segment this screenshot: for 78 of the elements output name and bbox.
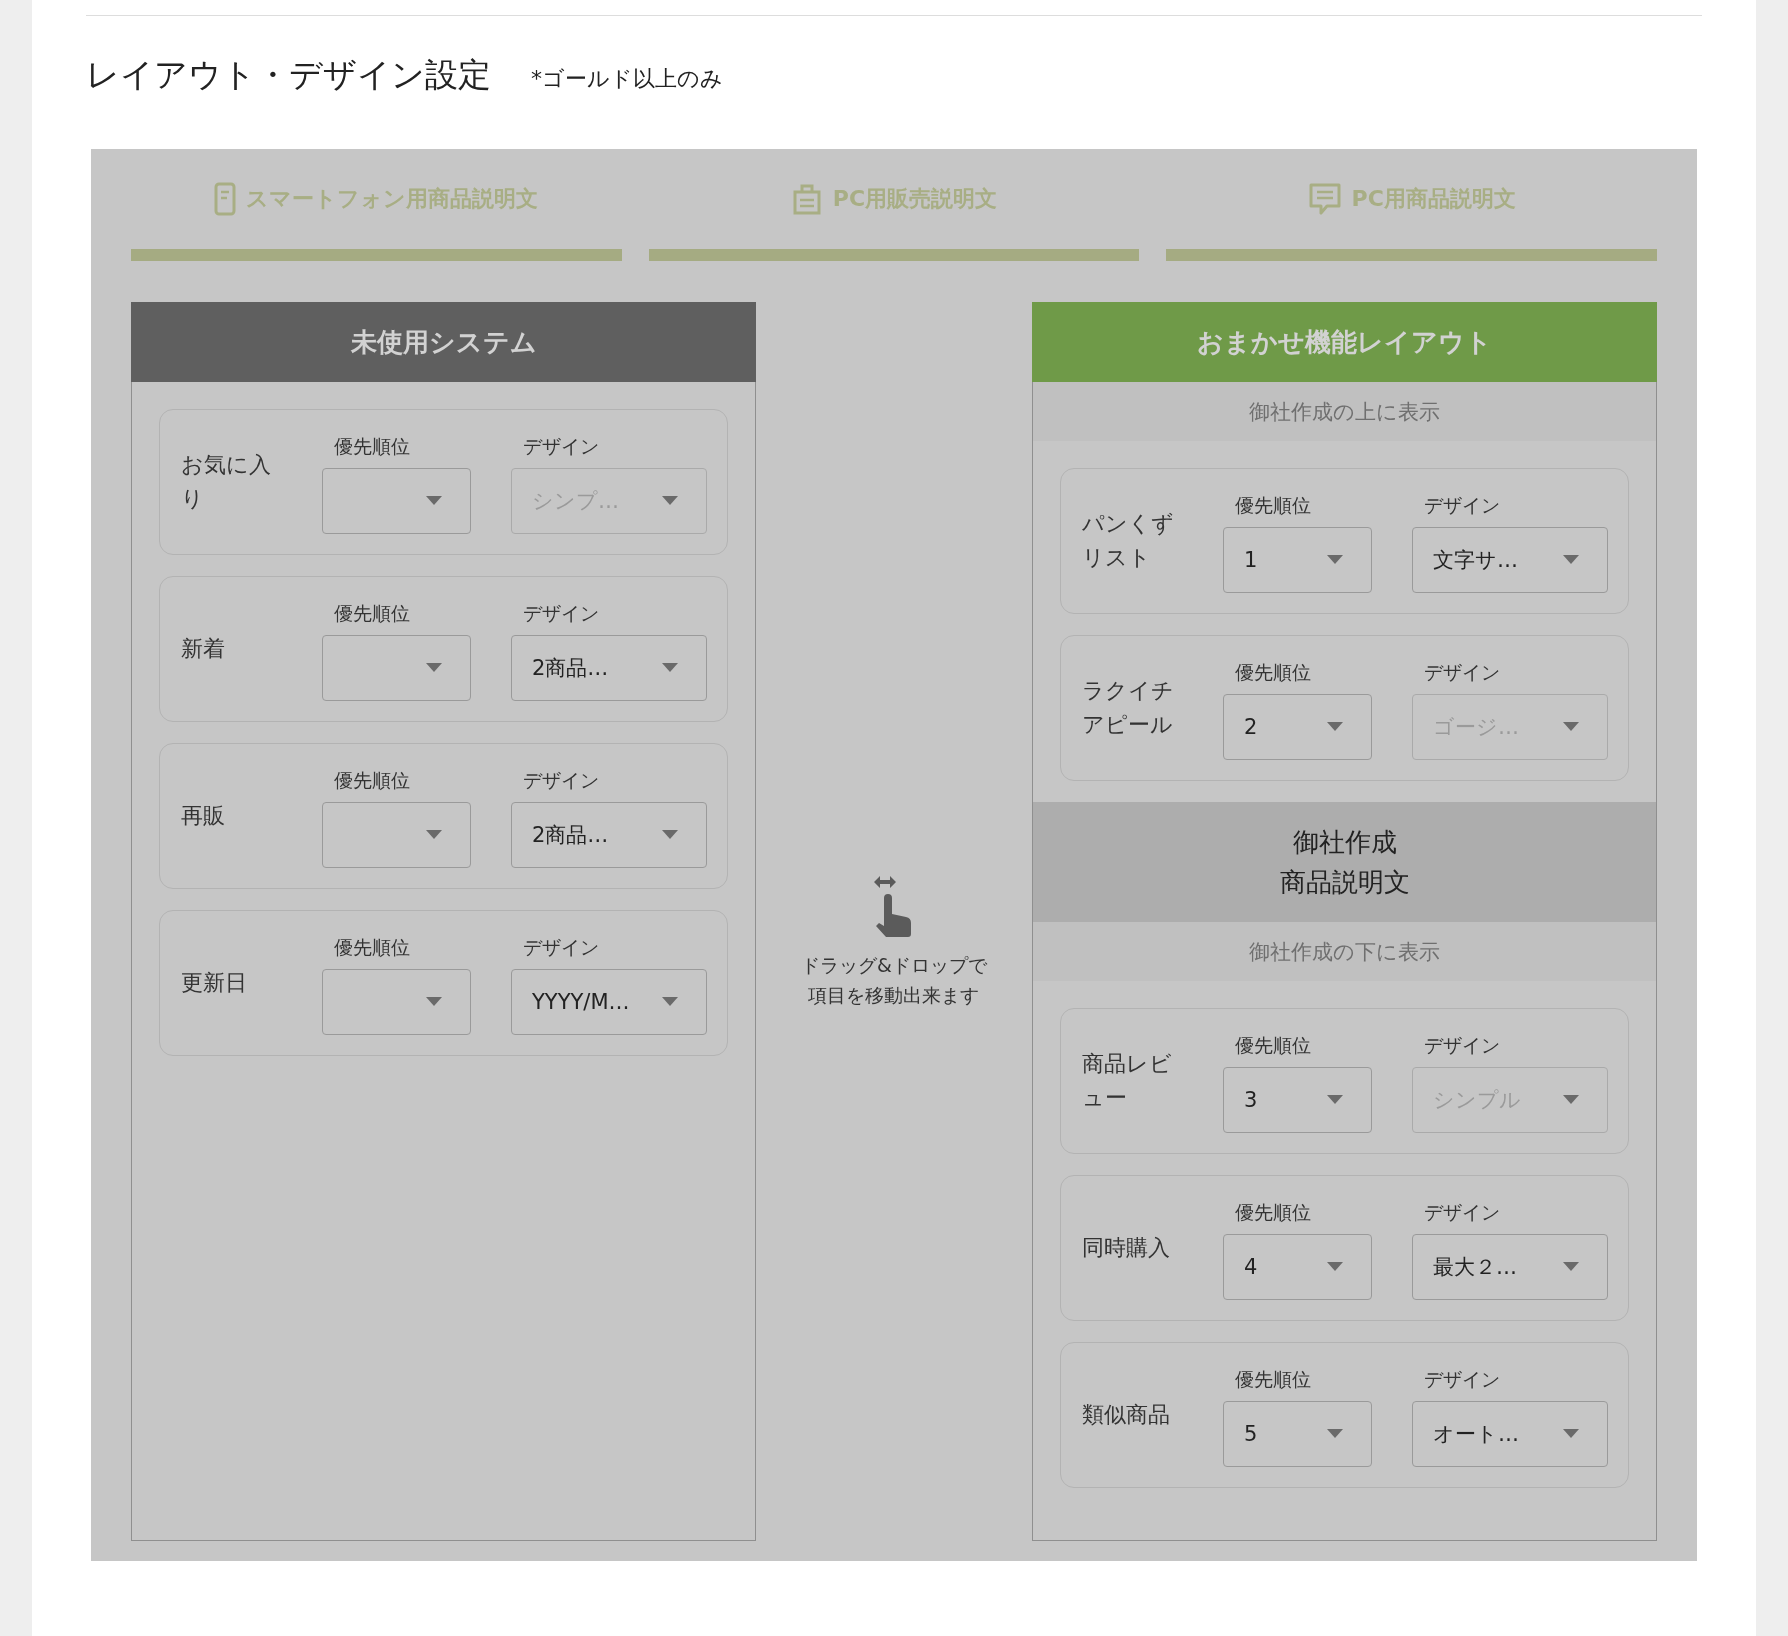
item-card[interactable]: パンくずリスト 優先順位 デザイン 1 文字サ… — [1060, 468, 1629, 614]
caret-icon — [1563, 1262, 1579, 1271]
field-label: デザイン — [1423, 1367, 1501, 1392]
design-select[interactable]: 2商品… — [511, 634, 707, 701]
item-card[interactable]: 更新日 優先順位 デザイン YYYY/M… — [159, 910, 728, 1056]
section-caption: 御社作成の下に表示 — [1033, 922, 1656, 981]
block-title-line: 御社作成 — [1292, 826, 1397, 859]
field-label: デザイン — [1423, 1200, 1501, 1225]
caret-icon — [1327, 555, 1343, 564]
section-title: レイアウト・デザイン設定 — [86, 54, 491, 96]
caret-icon — [426, 663, 442, 672]
section-caption: 御社作成の上に表示 — [1033, 382, 1656, 441]
item-label: お気に入り — [181, 451, 272, 513]
item-label: ラクイチアピール — [1082, 677, 1175, 739]
priority-select[interactable] — [322, 968, 471, 1035]
design-select[interactable]: 2商品… — [511, 801, 707, 868]
field-label: デザイン — [522, 434, 600, 459]
caret-icon — [426, 997, 442, 1006]
priority-select[interactable] — [322, 634, 471, 701]
design-select[interactable]: 最大２… — [1412, 1233, 1608, 1300]
column-header: 未使用システム — [131, 302, 756, 382]
caret-icon — [1563, 1429, 1579, 1438]
caret-icon — [662, 496, 678, 505]
priority-select[interactable]: 1 — [1223, 526, 1372, 593]
smartphone-icon — [214, 182, 237, 216]
column-header: おまかせ機能レイアウト — [1032, 302, 1657, 382]
field-label: デザイン — [1423, 1033, 1501, 1058]
design-select[interactable]: オート… — [1412, 1400, 1608, 1467]
field-label: デザイン — [522, 935, 600, 960]
field-label: 優先順位 — [333, 434, 411, 459]
item-card[interactable]: 新着 優先順位 デザイン 2商品… — [159, 576, 728, 722]
priority-select[interactable] — [322, 467, 471, 534]
field-label: 優先順位 — [333, 768, 411, 793]
item-card[interactable]: 類似商品 優先順位 デザイン 5 オート… — [1060, 1342, 1629, 1488]
item-label: 類似商品 — [1082, 1401, 1171, 1429]
caret-icon — [426, 830, 442, 839]
field-label: 優先順位 — [1234, 1200, 1312, 1225]
drag-hint-line: ドラッグ&ドロップで — [801, 952, 987, 978]
caret-icon — [1327, 1262, 1343, 1271]
item-label: 再販 — [181, 802, 226, 830]
item-label: パンくずリスト — [1082, 510, 1175, 572]
item-label: 新着 — [181, 635, 226, 663]
item-label: 更新日 — [181, 969, 248, 997]
item-label: 同時購入 — [1082, 1234, 1171, 1262]
item-label: 商品レビュー — [1082, 1050, 1173, 1112]
caret-icon — [1563, 555, 1579, 564]
field-label: 優先順位 — [1234, 1367, 1312, 1392]
caret-icon — [1327, 722, 1343, 731]
caret-icon — [426, 496, 442, 505]
field-label: デザイン — [1423, 660, 1501, 685]
priority-select[interactable]: 2 — [1223, 693, 1372, 760]
caret-icon — [662, 830, 678, 839]
field-label: デザイン — [522, 768, 600, 793]
field-label: 優先順位 — [333, 935, 411, 960]
field-label: 優先順位 — [1234, 493, 1312, 518]
item-card[interactable]: 再販 優先順位 デザイン 2商品… — [159, 743, 728, 889]
caret-icon — [1327, 1429, 1343, 1438]
chat-icon — [1307, 182, 1342, 216]
note-text: *ゴールド以上のみ — [531, 65, 723, 93]
priority-select[interactable] — [322, 801, 471, 868]
design-select[interactable]: YYYY/M… — [511, 968, 707, 1035]
caret-icon — [1563, 1095, 1579, 1104]
field-label: デザイン — [1423, 493, 1501, 518]
caret-icon — [1563, 722, 1579, 731]
caret-icon — [662, 663, 678, 672]
field-label: デザイン — [522, 601, 600, 626]
priority-select[interactable]: 3 — [1223, 1066, 1372, 1133]
design-select[interactable]: 文字サ… — [1412, 526, 1608, 593]
field-label: 優先順位 — [1234, 660, 1312, 685]
priority-select[interactable]: 4 — [1223, 1233, 1372, 1300]
item-card[interactable]: 同時購入 優先順位 デザイン 4 最大２… — [1060, 1175, 1629, 1321]
field-label: 優先順位 — [1234, 1033, 1312, 1058]
caret-icon — [662, 997, 678, 1006]
priority-select[interactable]: 5 — [1223, 1400, 1372, 1467]
block-title-line: 商品説明文 — [1279, 866, 1410, 899]
field-label: 優先順位 — [333, 601, 411, 626]
drag-hint-line: 項目を移動出来ます — [808, 982, 980, 1008]
caret-icon — [1327, 1095, 1343, 1104]
